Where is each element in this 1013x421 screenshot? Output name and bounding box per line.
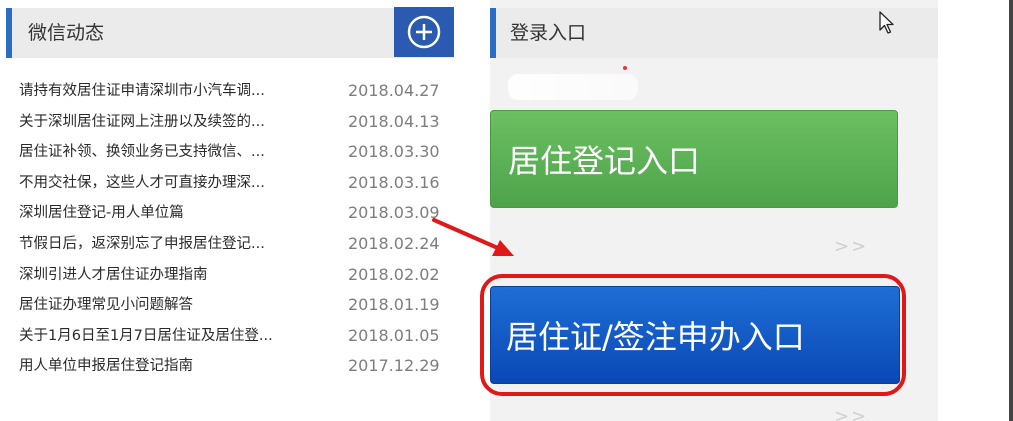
list-item[interactable]: 居住证补领、换领业务已支持微信、... 2018.03.30 — [0, 137, 460, 168]
blurred-area — [508, 74, 638, 100]
list-item[interactable]: 请持有效居住证申请深圳市小汽车调... 2018.04.27 — [0, 76, 460, 107]
news-title-link[interactable]: 节假日后，返深别忘了申报居住登记... — [19, 235, 324, 254]
header-accent-bar — [490, 8, 496, 58]
login-entry-header: 登录入口 — [490, 8, 938, 58]
list-item[interactable]: 居住证办理常见小问题解答 2018.01.19 — [0, 290, 460, 321]
news-date: 2018.02.02 — [348, 264, 440, 284]
red-mark — [623, 66, 627, 70]
more-chevrons[interactable]: >> — [834, 406, 868, 421]
news-date: 2018.04.27 — [348, 81, 440, 100]
news-date: 2018.01.19 — [348, 295, 440, 315]
news-date: 2018.02.24 — [348, 233, 440, 253]
login-entry-panel: 登录入口 居住登记入口 >> 居住证/签注申办入口 >> — [490, 0, 938, 421]
news-title-link[interactable]: 关于1月6日至1月7日居住证及居住登... — [19, 327, 324, 346]
news-list: 请持有效居住证申请深圳市小汽车调... 2018.04.27 关于深圳居住证网上… — [0, 76, 460, 382]
news-title-link[interactable]: 居住证补领、换领业务已支持微信、... — [19, 143, 324, 162]
list-item[interactable]: 深圳居住登记-用人单位篇 2018.03.09 — [0, 198, 460, 229]
news-title-link[interactable]: 请持有效居住证申请深圳市小汽车调... — [19, 82, 324, 101]
news-title-link[interactable]: 用人单位申报居住登记指南 — [19, 357, 324, 376]
list-item[interactable]: 节假日后，返深别忘了申报居住登记... 2018.02.24 — [0, 229, 460, 260]
arrow-annotation-icon — [432, 218, 514, 256]
news-title-link[interactable]: 不用交社保，这些人才可直接办理深... — [19, 174, 324, 193]
login-entry-title: 登录入口 — [510, 22, 587, 44]
residence-permit-label: 居住证/签注申办入口 — [506, 318, 805, 356]
wechat-news-title: 微信动态 — [28, 22, 105, 44]
news-title-link[interactable]: 深圳引进人才居住证办理指南 — [19, 266, 324, 285]
list-item[interactable]: 不用交社保，这些人才可直接办理深... 2018.03.16 — [0, 168, 460, 199]
news-date: 2018.03.09 — [348, 203, 440, 223]
list-item[interactable]: 关于深圳居住证网上注册以及续签的... 2018.04.13 — [0, 107, 460, 138]
wechat-news-panel: 微信动态 请持有效居住证申请深圳市小汽车调... 2018.04.27 关于深圳… — [0, 0, 460, 421]
list-item[interactable]: 用人单位申报居住登记指南 2017.12.29 — [0, 351, 460, 382]
news-date: 2018.03.16 — [348, 172, 440, 192]
wechat-news-header: 微信动态 — [6, 8, 454, 58]
add-button[interactable] — [394, 7, 454, 57]
news-title-link[interactable]: 居住证办理常见小问题解答 — [19, 296, 324, 315]
list-item[interactable]: 关于1月6日至1月7日居住证及居住登... 2018.01.05 — [0, 321, 460, 352]
list-item[interactable]: 深圳引进人才居住证办理指南 2018.02.02 — [0, 260, 460, 291]
more-chevrons[interactable]: >> — [834, 236, 868, 257]
residence-permit-button[interactable]: 居住证/签注申办入口 — [490, 286, 900, 384]
news-date: 2018.01.05 — [348, 325, 440, 345]
news-date: 2017.12.29 — [348, 356, 440, 376]
news-title-link[interactable]: 关于深圳居住证网上注册以及续签的... — [19, 113, 324, 132]
mouse-cursor-icon — [879, 11, 894, 34]
plus-circle-icon — [407, 15, 441, 49]
residence-registration-label: 居住登记入口 — [508, 142, 701, 180]
news-date: 2018.03.30 — [348, 142, 440, 162]
window-edge — [1009, 0, 1013, 421]
news-title-link[interactable]: 深圳居住登记-用人单位篇 — [19, 204, 324, 223]
header-accent-bar — [6, 8, 12, 58]
news-date: 2018.04.13 — [348, 111, 440, 131]
residence-registration-button[interactable]: 居住登记入口 — [490, 110, 898, 208]
